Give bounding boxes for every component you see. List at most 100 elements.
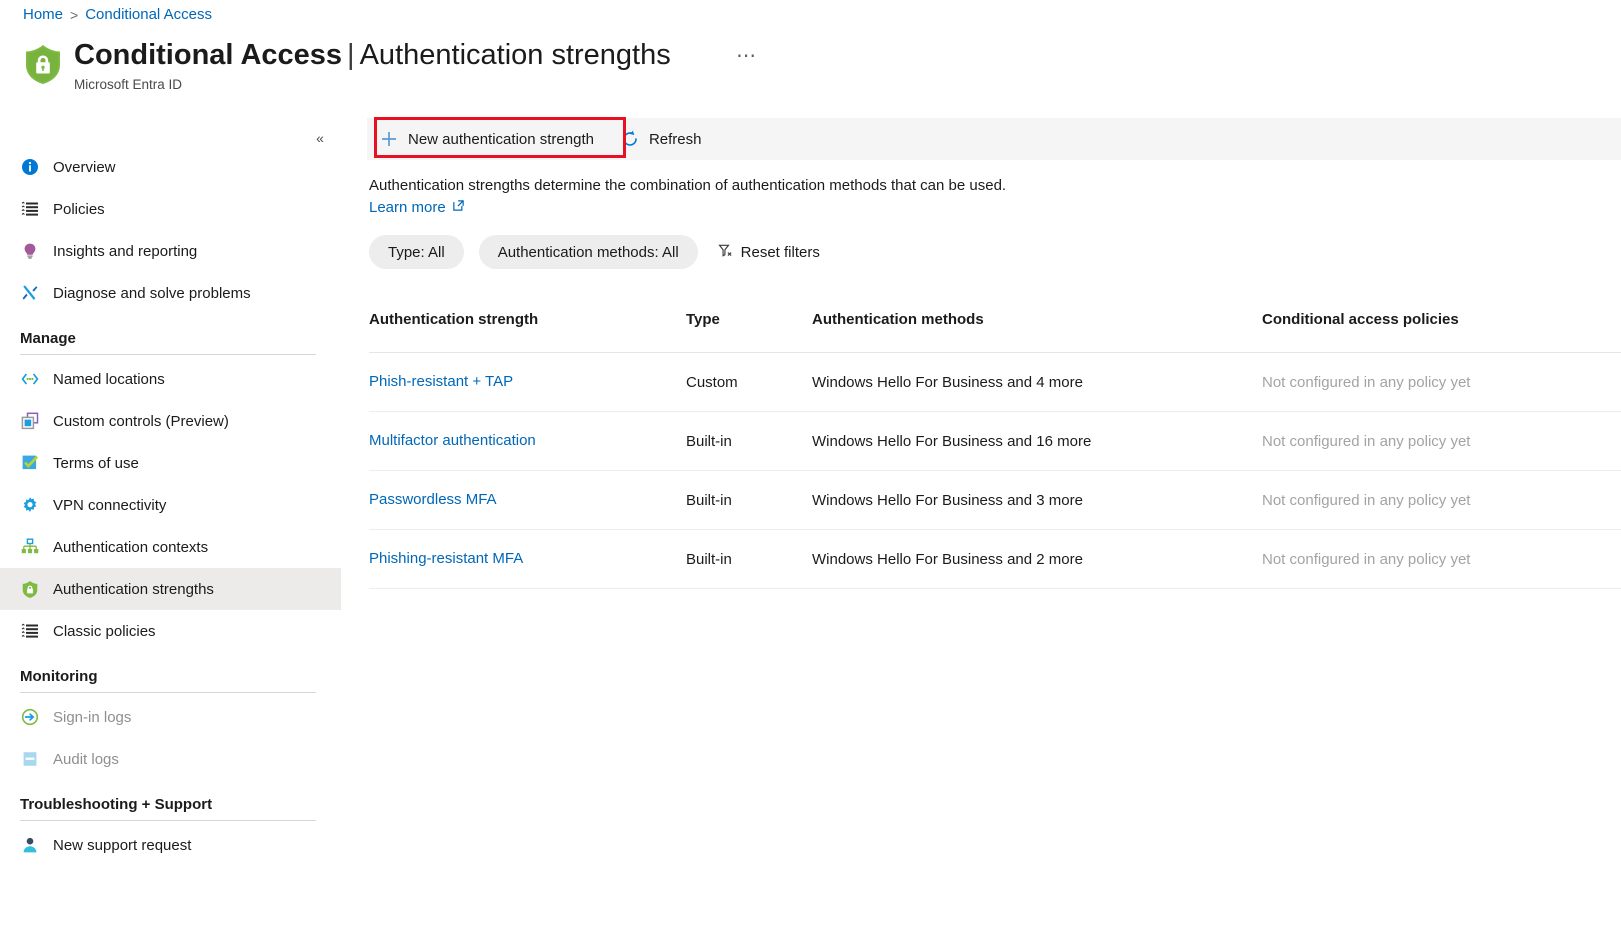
sidebar-item-authentication-contexts[interactable]: Authentication contexts: [0, 526, 341, 568]
table-header-row: Authentication strength Type Authenticat…: [369, 311, 1621, 353]
page-title-primary: Conditional Access: [74, 39, 342, 71]
authentication-strength-link[interactable]: Passwordless MFA: [369, 491, 497, 508]
sidebar-item-label: Classic policies: [53, 623, 156, 640]
reset-filters-button[interactable]: Reset filters: [718, 243, 820, 262]
refresh-circular-arrow-icon: [620, 129, 640, 149]
sidebar-item-named-locations[interactable]: Named locations: [0, 358, 341, 400]
checkbox-checked-icon: [20, 454, 39, 473]
lightbulb-icon: [20, 242, 39, 261]
green-shield-lock-icon: [22, 42, 64, 86]
cell-type: Custom: [686, 374, 812, 391]
divider: [20, 820, 316, 821]
sidebar-group-manage: Manage: [0, 314, 341, 358]
sidebar-item-label: Authentication strengths: [53, 581, 214, 598]
cell-conditional-access-policies: Not configured in any policy yet: [1262, 374, 1621, 391]
sidebar-item-sign-in-logs[interactable]: Sign-in logs: [0, 696, 341, 738]
gear-icon: [20, 496, 39, 515]
refresh-button[interactable]: Refresh: [608, 118, 716, 160]
sidebar-item-label: Authentication contexts: [53, 539, 208, 556]
authentication-strength-link[interactable]: Phishing-resistant MFA: [369, 550, 523, 567]
breadcrumb-separator-icon: >: [70, 4, 78, 26]
column-header-authentication-strength[interactable]: Authentication strength: [369, 311, 686, 328]
table-row[interactable]: Phish-resistant + TAP Custom Windows Hel…: [369, 353, 1621, 412]
breadcrumb: Home > Conditional Access: [23, 4, 212, 26]
policy-list-icon: [20, 622, 39, 641]
title-separator: |: [347, 39, 355, 71]
cell-authentication-methods: Windows Hello For Business and 4 more: [812, 374, 1262, 391]
cell-conditional-access-policies: Not configured in any policy yet: [1262, 492, 1621, 509]
table-row[interactable]: Passwordless MFA Built-in Windows Hello …: [369, 471, 1621, 530]
new-authentication-strength-label: New authentication strength: [408, 131, 594, 148]
page-title: Conditional Access|Authentication streng…: [74, 36, 671, 74]
cell-conditional-access-policies: Not configured in any policy yet: [1262, 433, 1621, 450]
page-title-secondary: Authentication strengths: [360, 39, 671, 71]
authentication-strength-link[interactable]: Phish-resistant + TAP: [369, 373, 513, 390]
angle-brackets-icon: [20, 370, 39, 389]
command-toolbar: New authentication strength Refresh: [367, 118, 1621, 160]
azure-portal-page: Home > Conditional Access Conditional Ac…: [0, 0, 1621, 932]
learn-more-link[interactable]: Learn more: [369, 199, 465, 216]
policy-list-icon: [20, 200, 39, 219]
cell-authentication-methods: Windows Hello For Business and 2 more: [812, 551, 1262, 568]
custom-controls-icon: [20, 412, 39, 431]
sidebar-item-label: Sign-in logs: [53, 709, 131, 726]
column-header-type[interactable]: Type: [686, 311, 812, 328]
sidebar-item-label: Named locations: [53, 371, 165, 388]
sidebar-group-title: Monitoring: [20, 668, 321, 685]
sidebar-item-label: Terms of use: [53, 455, 139, 472]
learn-more-label: Learn more: [369, 199, 446, 216]
sidebar-item-overview[interactable]: Overview: [0, 146, 341, 188]
external-link-icon: [452, 199, 465, 216]
sidebar: « Overview Policies: [0, 118, 341, 932]
filter-clear-icon: [718, 243, 733, 262]
audit-book-icon: [20, 750, 39, 769]
sidebar-item-custom-controls[interactable]: Custom controls (Preview): [0, 400, 341, 442]
refresh-label: Refresh: [649, 131, 702, 148]
sidebar-item-label: VPN connectivity: [53, 497, 166, 514]
sidebar-item-label: Overview: [53, 159, 116, 176]
cell-authentication-methods: Windows Hello For Business and 16 more: [812, 433, 1262, 450]
sidebar-item-label: Insights and reporting: [53, 243, 197, 260]
cell-conditional-access-policies: Not configured in any policy yet: [1262, 551, 1621, 568]
sign-in-arrow-icon: [20, 708, 39, 727]
page-title-block: Conditional Access|Authentication streng…: [22, 36, 671, 94]
cell-type: Built-in: [686, 551, 812, 568]
sidebar-item-audit-logs[interactable]: Audit logs: [0, 738, 341, 780]
new-authentication-strength-button[interactable]: New authentication strength: [367, 118, 608, 160]
authentication-strength-link[interactable]: Multifactor authentication: [369, 432, 536, 449]
sidebar-item-label: Audit logs: [53, 751, 119, 768]
cell-type: Built-in: [686, 433, 812, 450]
info-circle-icon: [20, 158, 39, 177]
wrench-screwdriver-icon: [20, 284, 39, 303]
plus-icon: [379, 129, 399, 149]
sidebar-item-new-support-request[interactable]: New support request: [0, 824, 341, 866]
divider: [20, 692, 316, 693]
sidebar-item-diagnose-and-solve-problems[interactable]: Diagnose and solve problems: [0, 272, 341, 314]
table-row[interactable]: Multifactor authentication Built-in Wind…: [369, 412, 1621, 471]
sidebar-item-authentication-strengths[interactable]: Authentication strengths: [0, 568, 341, 610]
sidebar-item-insights-and-reporting[interactable]: Insights and reporting: [0, 230, 341, 272]
service-name: Microsoft Entra ID: [74, 76, 671, 94]
sidebar-group-troubleshooting-support: Troubleshooting + Support: [0, 780, 341, 824]
sidebar-nav: Overview Policies: [0, 146, 341, 866]
filter-bar: Type: All Authentication methods: All Re…: [369, 235, 820, 269]
sidebar-item-label: Custom controls (Preview): [53, 413, 229, 430]
sidebar-item-vpn-connectivity[interactable]: VPN connectivity: [0, 484, 341, 526]
sidebar-item-classic-policies[interactable]: Classic policies: [0, 610, 341, 652]
table-row[interactable]: Phishing-resistant MFA Built-in Windows …: [369, 530, 1621, 589]
sidebar-group-title: Manage: [20, 330, 321, 347]
filter-type[interactable]: Type: All: [369, 235, 464, 269]
column-header-conditional-access-policies[interactable]: Conditional access policies: [1262, 311, 1621, 328]
more-options-icon[interactable]: ⋯: [736, 46, 758, 66]
divider: [20, 354, 316, 355]
person-support-icon: [20, 836, 39, 855]
authentication-strengths-table: Authentication strength Type Authenticat…: [369, 311, 1621, 589]
cell-type: Built-in: [686, 492, 812, 509]
breadcrumb-home[interactable]: Home: [23, 4, 63, 26]
breadcrumb-conditional-access[interactable]: Conditional Access: [85, 4, 212, 26]
column-header-authentication-methods[interactable]: Authentication methods: [812, 311, 1262, 328]
filter-authentication-methods[interactable]: Authentication methods: All: [479, 235, 698, 269]
sidebar-item-label: Diagnose and solve problems: [53, 285, 251, 302]
sidebar-item-terms-of-use[interactable]: Terms of use: [0, 442, 341, 484]
sidebar-item-policies[interactable]: Policies: [0, 188, 341, 230]
